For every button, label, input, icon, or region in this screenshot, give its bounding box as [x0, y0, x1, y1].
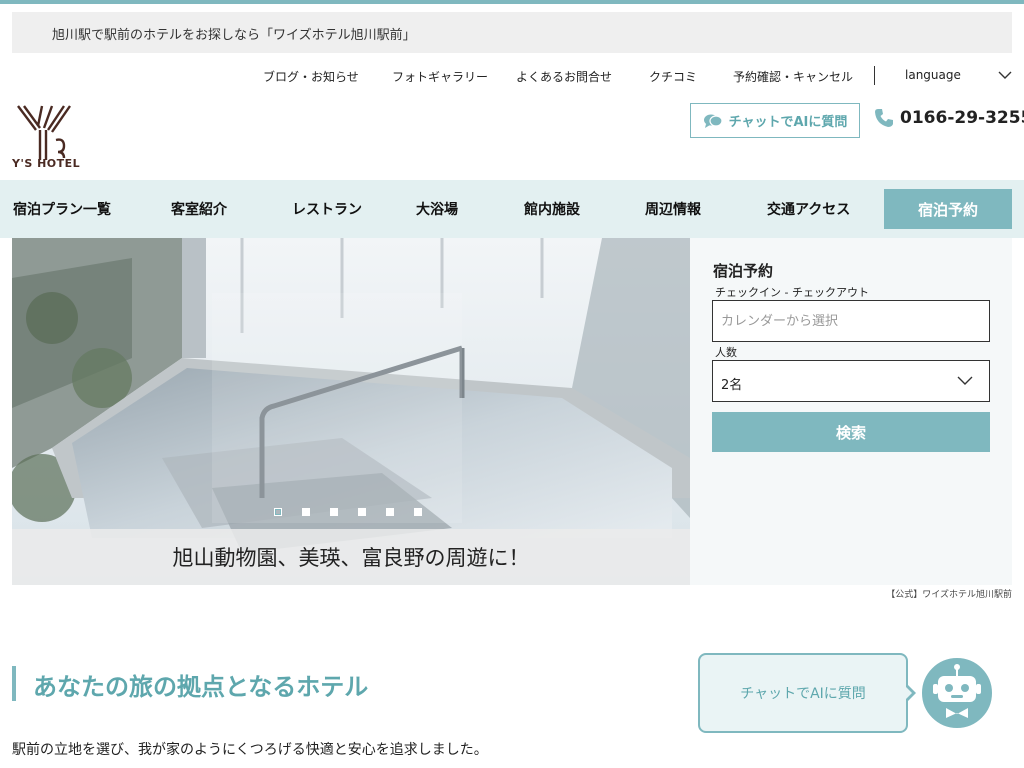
util-nav-reviews[interactable]: クチコミ — [649, 68, 697, 85]
phone-contact[interactable]: 0166-29-3255 — [874, 108, 1024, 128]
chevron-down-icon — [957, 376, 973, 385]
chevron-down-icon[interactable] — [998, 70, 1012, 80]
chat-ai-button-label: チャットでAIに質問 — [728, 115, 848, 130]
credit-text: 【公式】ワイズホテル旭川駅前 — [886, 590, 1012, 600]
main-nav: 宿泊プラン一覧 客室紹介 レストラン 大浴場 館内施設 周辺情報 交通アクセス … — [0, 180, 1024, 238]
nav-item-rooms[interactable]: 客室紹介 — [171, 199, 227, 219]
search-button[interactable]: 検索 — [712, 412, 990, 452]
utility-nav: ブログ・お知らせ フォトギャラリー よくあるお問合せ クチコミ 予約確認・キャン… — [0, 66, 1024, 86]
nav-item-surroundings[interactable]: 周辺情報 — [645, 199, 701, 219]
guests-select[interactable]: 2名 — [712, 360, 990, 402]
booking-panel: 宿泊予約 チェックイン - チェックアウト 人数 2名 検索 — [690, 238, 1012, 585]
slide-dot[interactable] — [414, 508, 422, 516]
section-heading: あなたの旅の拠点となるホテル — [33, 673, 369, 701]
nav-reserve-button[interactable]: 宿泊予約 — [884, 189, 1012, 229]
nav-item-facilities[interactable]: 館内施設 — [524, 199, 580, 219]
util-nav-photo-gallery[interactable]: フォトギャラリー — [392, 68, 488, 85]
slide-dots — [274, 508, 422, 516]
nav-item-public-bath[interactable]: 大浴場 — [416, 199, 458, 219]
tagline-bar: 旭川駅で駅前のホテルをお探しなら「ワイズホテル旭川駅前」 — [12, 12, 1012, 53]
hero-caption: 旭山動物園、美瑛、富良野の周遊に！ — [12, 529, 690, 585]
section-heading-bar — [12, 666, 16, 701]
ai-chat-bubble-label: チャットでAIに質問 — [740, 686, 866, 702]
slide-dot[interactable] — [302, 508, 310, 516]
slide-dot[interactable] — [330, 508, 338, 516]
robot-icon[interactable] — [920, 656, 994, 730]
booking-title: 宿泊予約 — [713, 262, 774, 280]
guests-label: 人数 — [715, 346, 737, 359]
logo-wordmark: Y'S HOTEL — [12, 157, 81, 170]
phone-icon — [875, 109, 893, 127]
nav-item-access[interactable]: 交通アクセス — [767, 199, 850, 219]
tagline-text: 旭川駅で駅前のホテルをお探しなら「ワイズホテル旭川駅前」 — [52, 28, 416, 43]
slide-dot[interactable] — [358, 508, 366, 516]
utility-nav-divider — [874, 66, 875, 85]
checkin-label: チェックイン - チェックアウト — [715, 286, 869, 299]
guests-value: 2名 — [721, 378, 743, 393]
util-nav-reservation-check[interactable]: 予約確認・キャンセル — [733, 68, 853, 85]
chat-ai-button[interactable]: チャットでAIに質問 — [690, 103, 860, 138]
ai-chat-bubble[interactable]: チャットでAIに質問 — [698, 653, 908, 733]
slide-dot[interactable] — [274, 508, 282, 516]
slide-dot[interactable] — [386, 508, 394, 516]
util-nav-blog[interactable]: ブログ・お知らせ — [263, 68, 359, 85]
hero-slideshow[interactable]: 旭山動物園、美瑛、富良野の周遊に！ — [12, 238, 690, 585]
date-input[interactable] — [712, 300, 990, 342]
top-accent-rule — [0, 0, 1024, 4]
speech-bubbles-icon — [703, 114, 723, 128]
phone-number: 0166-29-3255 — [900, 108, 1024, 128]
util-nav-faq[interactable]: よくあるお問合せ — [516, 68, 612, 85]
nav-item-restaurant[interactable]: レストラン — [292, 199, 362, 219]
language-selector[interactable]: language — [905, 68, 961, 82]
ai-chat-bubble-tail-inner — [905, 686, 912, 700]
section-body: 駅前の立地を選び、我が家のようにくつろげる快適と安心を追求しました。 — [12, 742, 488, 758]
nav-item-plans[interactable]: 宿泊プラン一覧 — [13, 199, 111, 219]
